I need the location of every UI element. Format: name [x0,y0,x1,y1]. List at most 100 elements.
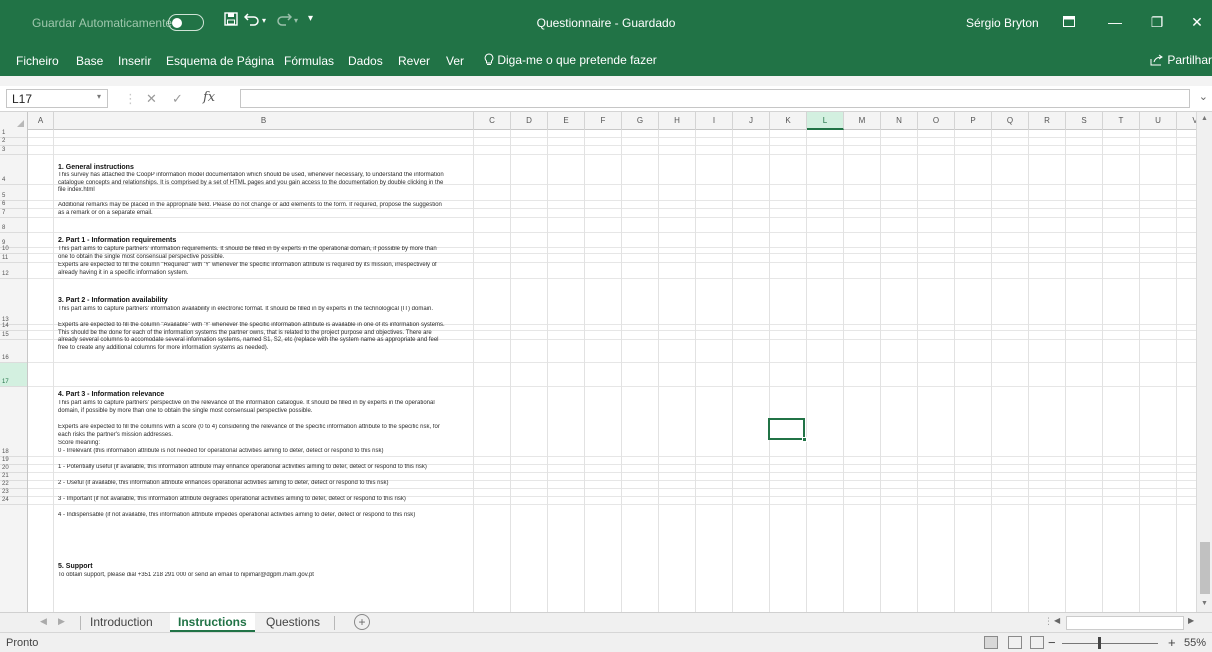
row-header-23[interactable]: 23 [0,489,27,497]
row-header-11[interactable]: 11 [0,254,27,263]
sheet-tab-questions[interactable]: Questions [258,613,328,632]
tab-home[interactable]: Base [76,54,103,68]
column-header-a[interactable]: A [28,112,54,130]
row-header-22[interactable]: 22 [0,481,27,489]
tab-file[interactable]: Ficheiro [16,54,59,68]
column-header-p[interactable]: P [955,112,992,130]
row-header-8[interactable]: 8 [0,218,27,233]
tab-data[interactable]: Dados [348,54,383,68]
row-header-15[interactable]: 15 [0,331,27,340]
column-header-t[interactable]: T [1103,112,1140,130]
name-box-dropdown-icon[interactable]: ▾ [97,92,101,101]
scroll-left-icon[interactable]: ◀ [1054,616,1060,625]
row-header-18[interactable]: 18 [0,387,27,457]
undo-dropdown-icon[interactable]: ▾ [262,16,266,25]
undo-icon[interactable] [243,12,260,30]
zoom-out-icon[interactable]: − [1048,635,1056,650]
column-header-q[interactable]: Q [992,112,1029,130]
column-header-b[interactable]: B [54,112,474,130]
column-header-o[interactable]: O [918,112,955,130]
column-header-g[interactable]: G [622,112,659,130]
name-box[interactable]: L17 ▾ [6,89,108,108]
sheet-tab-introduction[interactable]: Introduction [82,613,161,632]
row-header-24[interactable]: 24 [0,497,27,505]
row-header-3[interactable]: 3 [0,146,27,155]
selected-cell-L17[interactable] [768,418,807,442]
normal-view-icon[interactable] [984,636,998,649]
scroll-right-icon[interactable]: ▶ [1188,616,1194,625]
close-icon[interactable]: ✕ [1182,10,1212,34]
column-header-s[interactable]: S [1066,112,1103,130]
tab-view[interactable]: Ver [446,54,464,68]
save-icon[interactable] [224,12,238,30]
minimize-icon[interactable]: — [1100,10,1130,34]
column-header-k[interactable]: K [770,112,807,130]
redo-dropdown-icon[interactable]: ▾ [294,16,298,25]
column-header-n[interactable]: N [881,112,918,130]
autosave-toggle[interactable] [168,14,204,31]
row-header-6[interactable]: 6 [0,201,27,209]
column-header-r[interactable]: R [1029,112,1066,130]
ribbon-display-icon[interactable] [1054,10,1084,34]
column-header-m[interactable]: M [844,112,881,130]
zoom-slider-track[interactable] [1062,643,1158,644]
select-all-triangle [17,120,24,127]
scroll-down-icon[interactable]: ▼ [1201,600,1208,607]
worksheet-grid[interactable]: ABCDEFGHIJKLMNOPQRSTUVW 1234567891011121… [0,112,1212,612]
page-break-view-icon[interactable] [1030,636,1044,649]
row-header-5[interactable]: 5 [0,185,27,201]
enter-icon[interactable]: ✓ [172,91,183,107]
cells-area[interactable]: 1. General instructions This survey has … [28,130,1196,612]
column-header-c[interactable]: C [474,112,511,130]
next-sheet-icon[interactable]: ▶ [58,616,65,627]
restore-icon[interactable]: ❐ [1142,10,1172,34]
scroll-up-icon[interactable]: ▲ [1201,115,1208,122]
add-sheet-button[interactable]: + [354,614,370,630]
column-header-e[interactable]: E [548,112,585,130]
select-all-corner[interactable] [0,112,28,130]
zoom-level[interactable]: 55% [1184,637,1206,649]
formula-input[interactable] [240,89,1190,108]
column-header-u[interactable]: U [1140,112,1177,130]
tab-formulas[interactable]: Fórmulas [284,54,334,68]
user-name[interactable]: Sérgio Bryton [966,16,1039,30]
row-header-21[interactable]: 21 [0,473,27,481]
fill-handle[interactable] [802,437,807,442]
row-header-1[interactable]: 1 [0,130,27,138]
row-header-16[interactable]: 16 [0,340,27,363]
tab-review[interactable]: Rever [398,54,430,68]
column-header-d[interactable]: D [511,112,548,130]
row-header-19[interactable]: 19 [0,457,27,465]
customize-icon[interactable]: ▾ [308,13,313,24]
cancel-icon[interactable]: ✕ [146,91,157,107]
row-header-2[interactable]: 2 [0,138,27,146]
tab-insert[interactable]: Inserir [118,54,151,68]
row-header-17[interactable]: 17 [0,363,27,387]
column-header-j[interactable]: J [733,112,770,130]
prev-sheet-icon[interactable]: ◀ [40,616,47,627]
row-header-12[interactable]: 12 [0,263,27,279]
column-header-f[interactable]: F [585,112,622,130]
zoom-in-icon[interactable]: + [1168,635,1176,650]
column-header-h[interactable]: H [659,112,696,130]
zoom-slider-thumb[interactable] [1098,637,1101,649]
sheet-tab-instructions[interactable]: Instructions [170,613,255,632]
row-header-4[interactable]: 4 [0,155,27,185]
row-header-20[interactable]: 20 [0,465,27,473]
expand-formula-bar-icon[interactable]: ⌄ [1199,90,1208,103]
tell-me-search[interactable]: Diga-me o que pretende fazer [484,53,657,67]
tab-split-grip-icon[interactable]: ⋮ [1044,616,1053,627]
row-header-13[interactable]: 13 [0,279,27,325]
column-header-i[interactable]: I [696,112,733,130]
vertical-scrollbar[interactable]: ▲ ▼ [1196,112,1212,612]
page-layout-view-icon[interactable] [1008,636,1022,649]
vertical-scroll-thumb[interactable] [1200,542,1210,594]
share-button[interactable]: Partilhar [1150,53,1212,67]
row-header-7[interactable]: 7 [0,209,27,218]
redo-icon[interactable] [276,12,293,30]
insert-function-button[interactable]: fx [203,90,215,105]
horizontal-scrollbar[interactable] [1066,616,1184,630]
column-header-l[interactable]: L [807,112,844,130]
column-gridline [991,130,992,612]
tab-page-layout[interactable]: Esquema de Página [166,54,274,68]
